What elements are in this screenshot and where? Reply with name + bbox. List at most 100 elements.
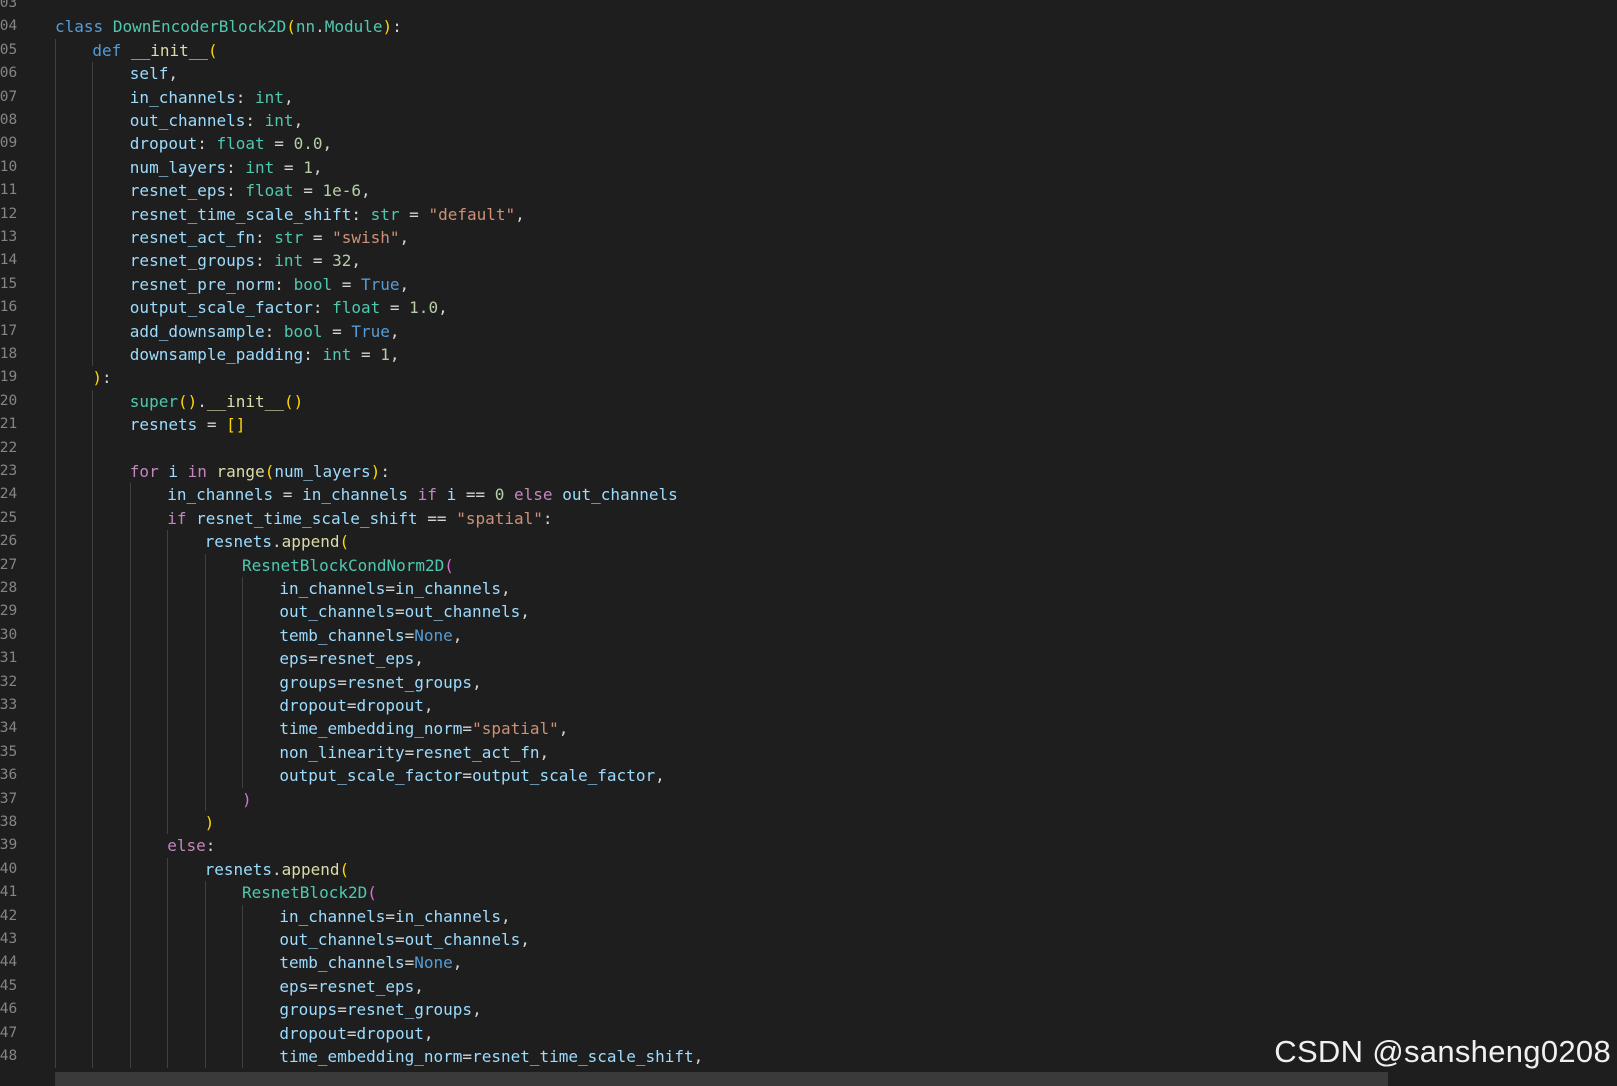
- code-line[interactable]: ): [242, 788, 252, 811]
- code-token: bool: [293, 274, 333, 294]
- code-token: ,: [472, 672, 482, 692]
- code-line[interactable]: resnet_time_scale_shift: str = "default"…: [130, 203, 525, 226]
- code-token: (: [208, 40, 218, 60]
- code-token: :: [255, 228, 275, 247]
- code-line[interactable]: temb_channels=None,: [279, 951, 462, 974]
- code-line[interactable]: for i in range(num_layers):: [130, 460, 390, 483]
- code-token: num_layers: [274, 462, 371, 481]
- line-number: 405: [0, 41, 18, 58]
- line-number: 434: [0, 720, 18, 737]
- code-line[interactable]: groups=resnet_groups,: [279, 671, 481, 694]
- line-number: 439: [0, 837, 18, 854]
- code-line[interactable]: groups=resnet_groups,: [279, 998, 481, 1021]
- code-token: =: [308, 976, 318, 996]
- code-token: eps: [279, 976, 309, 996]
- code-token: DownEncoderBlock2D: [112, 17, 287, 37]
- code-line[interactable]: class DownEncoderBlock2D(nn.Module):: [55, 15, 402, 38]
- code-line[interactable]: ): [205, 811, 215, 834]
- code-line[interactable]: temb_channels=None,: [279, 624, 462, 647]
- code-line[interactable]: resnet_pre_norm: bool = True,: [130, 273, 409, 296]
- code-token: ,: [168, 64, 178, 84]
- code-line[interactable]: dropout=dropout,: [279, 694, 433, 717]
- line-number: 445: [0, 977, 18, 994]
- line-number: 426: [0, 533, 18, 550]
- code-line[interactable]: time_embedding_norm=resnet_time_scale_sh…: [279, 1045, 703, 1068]
- code-line[interactable]: time_embedding_norm="spatial",: [279, 717, 568, 740]
- line-number: 432: [0, 673, 18, 690]
- code-line[interactable]: ResnetBlockCondNorm2D(: [242, 554, 454, 577]
- code-line[interactable]: out_channels: int,: [130, 109, 303, 132]
- code-line[interactable]: in_channels: int,: [130, 86, 294, 109]
- code-token: ,: [452, 953, 463, 973]
- code-token: ,: [452, 625, 463, 645]
- code-token: 1e-6: [322, 181, 361, 201]
- code-line[interactable]: resnet_eps: float = 1e-6,: [130, 179, 371, 202]
- code-line[interactable]: output_scale_factor: float = 1.0,: [130, 296, 448, 319]
- code-token: add_downsample: [129, 321, 265, 341]
- code-token: "swish": [332, 228, 400, 247]
- line-number: 440: [0, 860, 18, 877]
- code-line[interactable]: dropout: float = 0.0,: [130, 132, 332, 155]
- code-line[interactable]: eps=resnet_eps,: [279, 647, 424, 670]
- code-token: =: [303, 251, 333, 271]
- code-token: =: [399, 204, 429, 224]
- code-line[interactable]: resnet_groups: int = 32,: [130, 249, 361, 272]
- code-line[interactable]: resnets.append(: [205, 858, 350, 881]
- code-token: int: [245, 157, 275, 177]
- code-line[interactable]: ):: [92, 366, 111, 389]
- code-token: :: [226, 157, 246, 177]
- code-line[interactable]: downsample_padding: int = 1,: [130, 343, 400, 366]
- line-number: 423: [0, 463, 18, 479]
- code-token: i: [446, 485, 457, 505]
- code-area[interactable]: class DownEncoderBlock2D(nn.Module): def …: [55, 0, 1595, 1086]
- code-line[interactable]: in_channels=in_channels,: [279, 577, 510, 600]
- code-token: =: [293, 181, 323, 201]
- code-token: ,: [500, 906, 511, 926]
- watermark-text: CSDN @sansheng0208: [1274, 1034, 1611, 1069]
- code-line[interactable]: eps=resnet_eps,: [279, 975, 424, 998]
- code-editor[interactable]: 403 404 405 406 407 408 409 410 411 412 413 414 415 4…: [0, 0, 1617, 1086]
- code-token: out_channels: [129, 111, 246, 130]
- code-token: True: [351, 321, 390, 341]
- code-line[interactable]: def __init__(: [92, 39, 217, 62]
- code-token: ,: [655, 766, 665, 786]
- code-line[interactable]: output_scale_factor=output_scale_factor,: [279, 764, 664, 787]
- code-token: ,: [399, 228, 410, 247]
- code-line[interactable]: else:: [167, 834, 215, 857]
- code-token: :: [264, 321, 284, 341]
- code-line[interactable]: super().__init__(): [130, 390, 303, 413]
- code-line[interactable]: num_layers: int = 1,: [130, 156, 323, 179]
- code-token: ResnetBlockCondNorm2D: [242, 555, 445, 575]
- code-line[interactable]: resnets.append(: [205, 530, 350, 553]
- code-token: resnets: [129, 415, 198, 435]
- code-line[interactable]: ResnetBlock2D(: [242, 881, 377, 904]
- code-token: ==: [456, 485, 495, 505]
- code-line[interactable]: resnet_act_fn: str = "swish",: [130, 226, 409, 249]
- code-line[interactable]: add_downsample: bool = True,: [130, 320, 400, 343]
- code-token: (: [444, 555, 454, 575]
- code-line[interactable]: if resnet_time_scale_shift == "spatial":: [167, 507, 552, 530]
- code-token: groups: [279, 1000, 338, 1020]
- code-line[interactable]: out_channels=out_channels,: [279, 600, 529, 623]
- code-token: float: [216, 134, 265, 154]
- code-token: groups: [279, 672, 338, 692]
- code-token: resnets: [204, 532, 273, 552]
- line-number: 433: [0, 697, 18, 713]
- code-line[interactable]: resnets = []: [130, 413, 246, 436]
- code-line[interactable]: in_channels = in_channels if i == 0 else…: [167, 483, 678, 506]
- code-line[interactable]: non_linearity=resnet_act_fn,: [279, 741, 549, 764]
- line-number: 407: [0, 88, 18, 105]
- code-token: .: [315, 17, 325, 37]
- code-token: []: [226, 415, 246, 435]
- code-line[interactable]: out_channels=out_channels,: [279, 928, 529, 951]
- code-line[interactable]: self,: [130, 62, 178, 85]
- line-number: 403: [0, 0, 18, 11]
- code-token: =: [332, 274, 361, 294]
- line-number: 443: [0, 931, 18, 947]
- code-line[interactable]: dropout=dropout,: [279, 1022, 433, 1045]
- horizontal-scrollbar[interactable]: [55, 1072, 1388, 1086]
- code-line[interactable]: in_channels=in_channels,: [279, 905, 510, 928]
